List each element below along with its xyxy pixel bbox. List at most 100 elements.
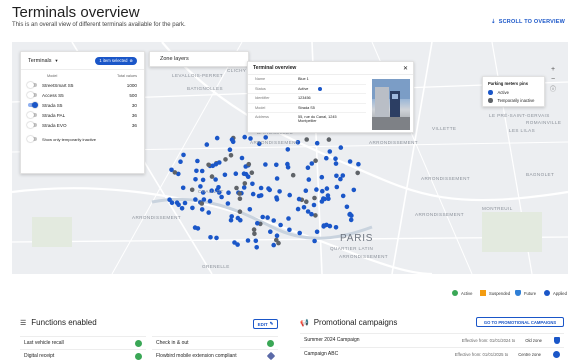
active-pin[interactable]: [176, 202, 181, 208]
active-pin[interactable]: [309, 161, 315, 166]
zoom-out-button[interactable]: −: [548, 75, 558, 85]
active-pin[interactable]: [303, 188, 309, 193]
active-pin[interactable]: [297, 230, 303, 236]
active-pin[interactable]: [333, 161, 339, 166]
active-pin[interactable]: [193, 197, 198, 202]
close-icon[interactable]: ⊗: [129, 58, 133, 63]
active-pin[interactable]: [241, 171, 247, 176]
active-pin[interactable]: [167, 197, 172, 202]
active-pin[interactable]: [242, 134, 247, 140]
active-pin[interactable]: [194, 168, 199, 174]
active-pin[interactable]: [327, 149, 333, 154]
active-pin[interactable]: [250, 181, 255, 187]
active-pin[interactable]: [245, 238, 251, 243]
active-pin[interactable]: [265, 215, 270, 220]
active-pin[interactable]: [228, 217, 234, 223]
active-pin[interactable]: [267, 187, 272, 193]
campaign-row[interactable]: Campaign ABC Effective from: 01/01/2025 …: [300, 347, 564, 360]
active-pin[interactable]: [178, 159, 183, 164]
active-pin[interactable]: [254, 245, 259, 250]
inactive-pin[interactable]: [237, 191, 242, 196]
active-pin[interactable]: [235, 242, 240, 247]
inactive-pin[interactable]: [228, 153, 234, 158]
active-pin[interactable]: [305, 165, 311, 170]
active-pin[interactable]: [214, 135, 220, 141]
inactive-pin[interactable]: [251, 227, 257, 232]
active-pin[interactable]: [277, 189, 282, 194]
active-pin[interactable]: [338, 145, 344, 150]
close-icon[interactable]: ✕: [403, 65, 408, 72]
active-pin[interactable]: [239, 155, 245, 161]
inactive-pin[interactable]: [304, 199, 309, 204]
active-pin[interactable]: [333, 225, 339, 230]
active-pin[interactable]: [274, 233, 280, 238]
inactive-pin[interactable]: [312, 195, 317, 201]
inactive-pin[interactable]: [252, 231, 257, 237]
active-pin[interactable]: [263, 135, 268, 140]
active-pin[interactable]: [324, 155, 329, 161]
active-pin[interactable]: [268, 229, 273, 234]
active-pin[interactable]: [201, 197, 207, 202]
active-pin[interactable]: [285, 147, 291, 152]
active-pin[interactable]: [287, 192, 293, 198]
inactive-pin[interactable]: [209, 174, 215, 179]
active-pin[interactable]: [344, 204, 350, 210]
active-pin[interactable]: [199, 168, 205, 174]
terminal-toggle[interactable]: [27, 91, 37, 98]
active-pin[interactable]: [306, 177, 312, 182]
active-pin[interactable]: [295, 206, 301, 212]
active-pin[interactable]: [222, 172, 228, 178]
inactive-pin[interactable]: [242, 181, 248, 186]
active-pin[interactable]: [334, 173, 339, 179]
inactive-pin[interactable]: [304, 137, 310, 142]
active-pin[interactable]: [260, 214, 265, 220]
terminals-panel-header[interactable]: Terminals ▼ 1 item selected ⊗: [21, 52, 144, 69]
active-pin[interactable]: [356, 161, 361, 167]
active-pin[interactable]: [195, 226, 201, 231]
active-pin[interactable]: [193, 177, 198, 182]
terminal-toggle[interactable]: [28, 101, 38, 108]
active-pin[interactable]: [199, 207, 205, 212]
active-pin[interactable]: [207, 198, 213, 204]
active-pin[interactable]: [219, 194, 224, 200]
terminal-toggle[interactable]: [27, 111, 37, 118]
active-pin[interactable]: [314, 140, 320, 146]
active-pin[interactable]: [301, 205, 307, 210]
active-pin[interactable]: [340, 193, 346, 199]
active-pin[interactable]: [263, 162, 268, 167]
inactive-pin[interactable]: [234, 185, 239, 191]
inactive-pin[interactable]: [274, 237, 279, 243]
active-pin[interactable]: [258, 185, 264, 191]
selected-pill[interactable]: 1 item selected ⊗: [95, 56, 137, 65]
active-pin[interactable]: [253, 238, 259, 244]
active-pin[interactable]: [255, 221, 260, 226]
active-pin[interactable]: [321, 196, 326, 201]
inactive-pin[interactable]: [313, 158, 318, 163]
active-pin[interactable]: [271, 218, 277, 223]
active-pin[interactable]: [274, 162, 279, 168]
active-pin[interactable]: [256, 193, 262, 199]
active-pin[interactable]: [206, 210, 211, 215]
active-pin[interactable]: [347, 211, 353, 217]
active-pin[interactable]: [271, 242, 277, 248]
scroll-to-overview-link[interactable]: ⇣ SCROLL TO OVERVIEW: [491, 19, 565, 25]
active-pin[interactable]: [198, 184, 203, 189]
active-pin[interactable]: [296, 196, 302, 202]
zoom-in-button[interactable]: +: [548, 65, 558, 75]
info-icon[interactable]: ⓘ: [548, 85, 558, 95]
active-pin[interactable]: [214, 235, 219, 241]
inactive-pin[interactable]: [326, 137, 332, 142]
inactive-pin[interactable]: [237, 196, 243, 201]
active-pin[interactable]: [250, 191, 256, 197]
active-pin[interactable]: [235, 215, 241, 221]
active-pin[interactable]: [347, 159, 353, 164]
zone-layers-button[interactable]: Zone layers: [149, 51, 249, 67]
active-pin[interactable]: [286, 216, 291, 221]
active-pin[interactable]: [227, 147, 233, 152]
active-pin[interactable]: [233, 171, 239, 176]
active-pin[interactable]: [340, 173, 346, 178]
active-pin[interactable]: [225, 201, 231, 206]
active-pin[interactable]: [241, 185, 247, 190]
inactive-pin[interactable]: [246, 161, 252, 167]
active-pin[interactable]: [217, 160, 222, 165]
